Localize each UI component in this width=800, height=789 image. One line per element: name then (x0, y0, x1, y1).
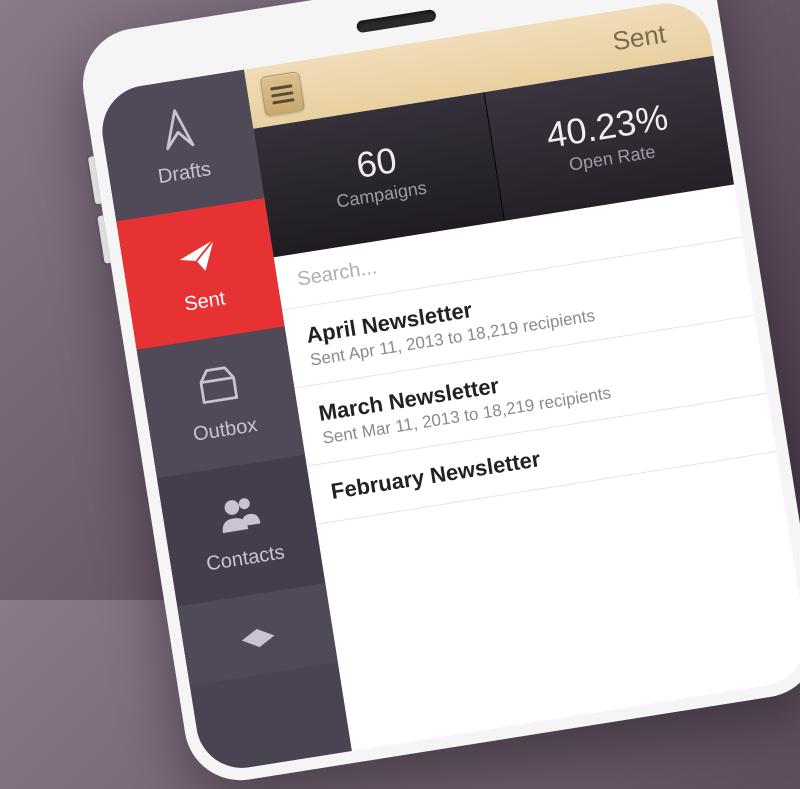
sidebar-item-label: Drafts (156, 158, 212, 189)
contacts-icon (213, 488, 263, 538)
sidebar-item-sent[interactable]: Sent (116, 198, 284, 350)
menu-button[interactable] (259, 71, 305, 117)
volume-up-button (88, 156, 101, 204)
stat-value: 60 (354, 142, 399, 184)
sidebar-item-label: Sent (183, 287, 227, 316)
screen: Drafts Sent Outbox (96, 0, 800, 775)
sidebar-item-label: Outbox (192, 414, 259, 447)
volume-down-button (97, 215, 110, 263)
drafts-icon (152, 103, 202, 153)
phone-frame: Drafts Sent Outbox (75, 0, 800, 788)
paper-plane-icon (173, 231, 223, 281)
sidebar-item-label: Contacts (205, 541, 287, 576)
sidebar-item-outbox[interactable]: Outbox (137, 326, 305, 478)
hamburger-icon (270, 84, 292, 90)
stack-icon (232, 609, 282, 659)
outbox-icon (193, 360, 243, 410)
phone-speaker (356, 9, 437, 33)
stat-label: Campaigns (335, 177, 428, 212)
campaign-list: April Newsletter Sent Apr 11, 2013 to 18… (282, 238, 800, 751)
sidebar-item-contacts[interactable]: Contacts (157, 455, 325, 607)
sidebar-item-drafts[interactable]: Drafts (96, 70, 264, 222)
